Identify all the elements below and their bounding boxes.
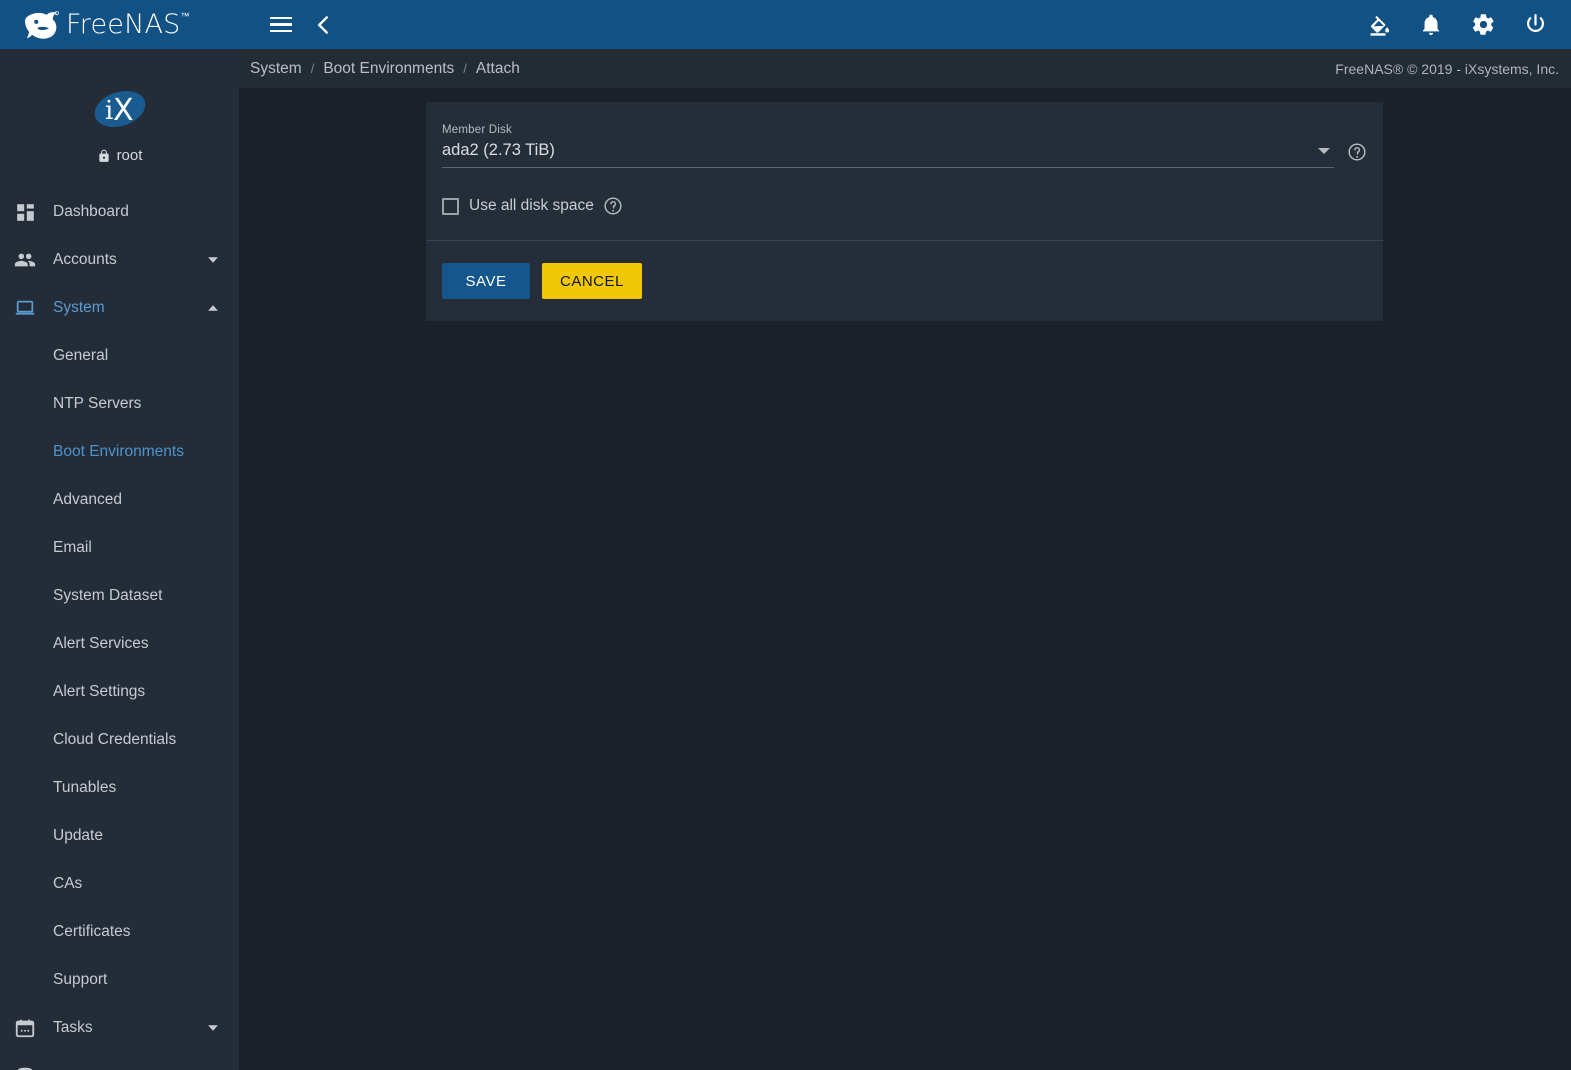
sidebar-item-label: Dashboard [53, 203, 129, 220]
sidebar-item-label: System Dataset [53, 587, 163, 604]
storage-icon [13, 1064, 37, 1070]
member-disk-select[interactable]: ada2 (2.73 TiB) [442, 141, 1334, 168]
brand-name-text: FreeNAS [66, 9, 181, 40]
breadcrumb-item-boot-environments[interactable]: Boot Environments [323, 60, 454, 78]
top-app-bar: R FreeNAS ™ [0, 0, 1571, 49]
hamburger-menu-icon[interactable] [269, 13, 293, 37]
username-label: root [116, 147, 143, 164]
sidebar-item-label: CAs [53, 875, 83, 892]
sidebar-item-label: Advanced [53, 491, 122, 508]
sidebar-item-label: Accounts [53, 251, 117, 268]
brand-name: FreeNAS ™ [66, 9, 190, 40]
breadcrumb-bar: System / Boot Environments / Attach Free… [239, 49, 1571, 88]
settings-gear-icon[interactable] [1469, 11, 1497, 39]
use-all-disk-space-help-circle-icon[interactable] [603, 196, 623, 216]
svg-text:R: R [55, 11, 57, 15]
sidebar-item-label: Support [53, 971, 108, 988]
notifications-bell-icon[interactable] [1417, 11, 1445, 39]
sidebar-item-system[interactable]: System [0, 284, 239, 332]
sidebar-item-accounts[interactable]: Accounts [0, 236, 239, 284]
form-actions: SAVE CANCEL [426, 241, 1383, 321]
sidebar-item-label: System [53, 299, 105, 316]
sidebar-item-boot-environments[interactable]: Boot Environments [0, 428, 239, 476]
breadcrumb-separator: / [463, 60, 467, 76]
attach-form-card: Member Disk ada2 (2.73 TiB) Use all disk… [426, 102, 1383, 321]
svg-text:X: X [113, 93, 134, 128]
username-row: root [97, 147, 143, 164]
power-icon[interactable] [1521, 11, 1549, 39]
sidebar-nav: Dashboard Accounts System General NTP Se… [0, 188, 239, 1070]
brand-trademark: ™ [180, 11, 190, 21]
member-disk-select-wrap: Member Disk ada2 (2.73 TiB) [442, 118, 1334, 168]
sidebar-item-alert-services[interactable]: Alert Services [0, 620, 239, 668]
sidebar-item-label: NTP Servers [53, 395, 142, 412]
sidebar-item-label: Alert Services [53, 635, 149, 652]
cancel-button[interactable]: CANCEL [542, 263, 642, 299]
member-disk-help-circle-icon[interactable] [1347, 142, 1367, 162]
use-all-disk-space-checkbox[interactable] [442, 197, 459, 215]
member-disk-field-row: Member Disk ada2 (2.73 TiB) [442, 118, 1367, 168]
sidebar-item-ntp-servers[interactable]: NTP Servers [0, 380, 239, 428]
breadcrumb: System / Boot Environments / Attach [250, 60, 520, 78]
sidebar-item-tunables[interactable]: Tunables [0, 764, 239, 812]
sidebar-item-label: Boot Environments [53, 443, 184, 460]
ix-systems-avatar-icon[interactable]: i X [91, 83, 149, 135]
sidebar-item-dashboard[interactable]: Dashboard [0, 188, 239, 236]
sidebar-item-label: Certificates [53, 923, 131, 940]
chevron-down-icon[interactable] [1318, 147, 1330, 154]
sidebar-item-label: Cloud Credentials [53, 731, 177, 748]
sidebar-item-update[interactable]: Update [0, 812, 239, 860]
sidebar-item-certificates[interactable]: Certificates [0, 908, 239, 956]
use-all-disk-space-label: Use all disk space [469, 197, 594, 214]
sidebar-item-label: Update [53, 827, 103, 844]
chevron-down-icon[interactable] [203, 1021, 223, 1035]
sidebar-item-label: Email [53, 539, 92, 556]
member-disk-value: ada2 (2.73 TiB) [442, 141, 555, 159]
top-bar-main [239, 0, 1571, 49]
lock-icon [97, 149, 111, 163]
sidebar-item-general[interactable]: General [0, 332, 239, 380]
laptop-icon [13, 296, 37, 320]
form-fields: Member Disk ada2 (2.73 TiB) Use all disk… [426, 102, 1383, 240]
calendar-icon [13, 1016, 37, 1040]
sidebar-item-label: Tunables [53, 779, 117, 796]
copyright-text: FreeNAS® © 2019 - iXsystems, Inc. [1335, 60, 1559, 77]
breadcrumb-separator: / [310, 60, 315, 76]
sidebar-item-advanced[interactable]: Advanced [0, 476, 239, 524]
sidebar-item-label: Alert Settings [53, 683, 146, 700]
freenas-fish-logo-icon: R [22, 10, 60, 40]
main-content: Member Disk ada2 (2.73 TiB) Use all disk… [239, 88, 1571, 1070]
member-disk-label: Member Disk [442, 124, 512, 136]
user-profile: i X root [0, 49, 239, 164]
sidebar-item-cloud-credentials[interactable]: Cloud Credentials [0, 716, 239, 764]
chevron-down-icon[interactable] [203, 253, 223, 267]
sidebar-item-cas[interactable]: CAs [0, 860, 239, 908]
sidebar-item-label: Tasks [53, 1019, 93, 1036]
sidebar: i X root Dashboard Accounts System Gener… [0, 49, 239, 1070]
sidebar-item-label: General [53, 347, 109, 364]
brand-logo[interactable]: R FreeNAS ™ [0, 0, 239, 49]
sidebar-item-next-partial[interactable] [0, 1052, 239, 1070]
use-all-disk-space-row: Use all disk space [442, 196, 1367, 216]
sidebar-item-tasks[interactable]: Tasks [0, 1004, 239, 1052]
chevron-up-icon[interactable] [203, 301, 223, 315]
sidebar-item-support[interactable]: Support [0, 956, 239, 1004]
people-icon [13, 248, 37, 272]
theme-icon[interactable] [1365, 11, 1393, 39]
top-bar-actions [1365, 11, 1549, 39]
dashboard-grid-icon [13, 200, 37, 224]
save-button[interactable]: SAVE [442, 263, 530, 299]
sidebar-item-alert-settings[interactable]: Alert Settings [0, 668, 239, 716]
chevron-left-icon[interactable] [309, 11, 337, 39]
sidebar-item-email[interactable]: Email [0, 524, 239, 572]
breadcrumb-item-system[interactable]: System [250, 60, 302, 78]
breadcrumb-item-attach: Attach [475, 59, 520, 77]
sidebar-item-system-dataset[interactable]: System Dataset [0, 572, 239, 620]
